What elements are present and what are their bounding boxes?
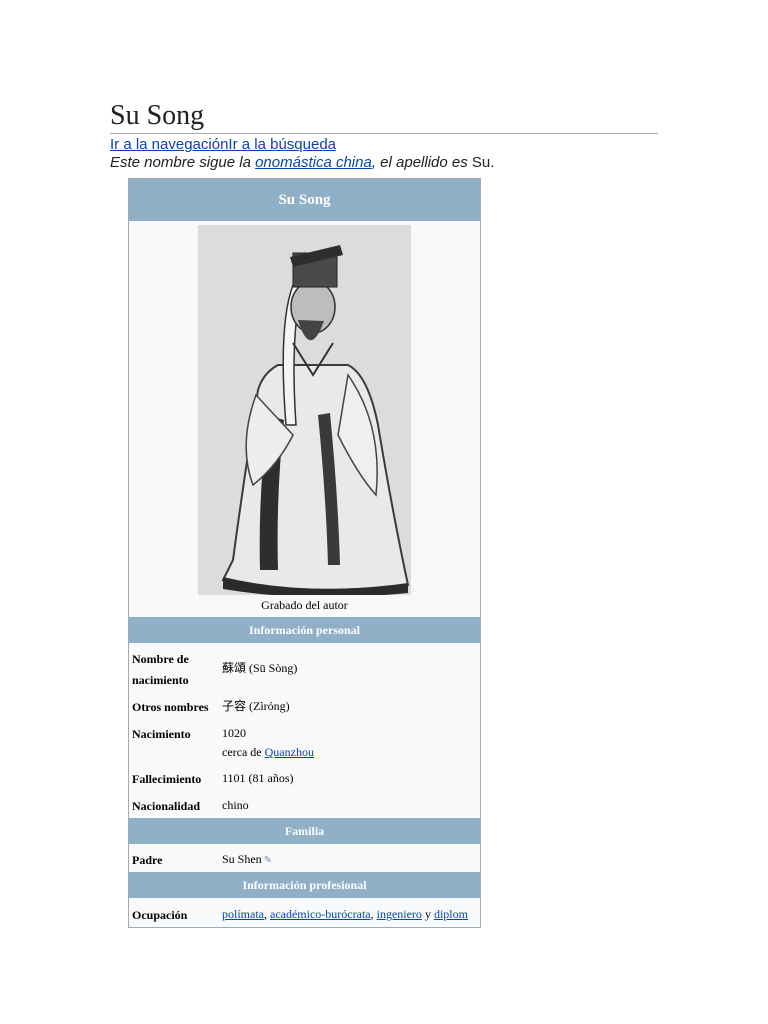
section-informacion-personal: Información personal [129, 617, 480, 643]
occupation-link-ingeniero[interactable]: ingeniero [377, 907, 422, 921]
occupation-sep: y [421, 907, 434, 921]
label-death: Fallecimiento [132, 772, 202, 786]
occupation-link-polimata[interactable]: polímata [222, 907, 264, 921]
infobox: Su Song Grabado del autor Información pe… [128, 178, 481, 928]
quanzhou-link[interactable]: Quanzhou [265, 745, 314, 759]
value-other-names: 子容 (Zìróng) [222, 699, 290, 713]
section-familia: Familia [129, 818, 480, 844]
value-father: Su Shen ✎ [222, 850, 478, 870]
occupation-link-academico-burocrata[interactable]: académico-burócrata [270, 907, 371, 921]
label-father: Padre [132, 853, 163, 867]
value-death: 1101 (81 años) [222, 771, 294, 785]
infobox-title: Su Song [129, 179, 480, 221]
label-nationality: Nacionalidad [132, 799, 201, 813]
hatnote-prefix: Este nombre sigue la [110, 154, 251, 171]
birth-year: 1020 [222, 726, 246, 740]
value-nationality: chino [222, 798, 249, 812]
jump-to-search-link[interactable]: Ir a la búsqueda [228, 136, 336, 153]
label-occupation: Ocupación [132, 908, 188, 922]
birth-place-prefix: cerca de [222, 745, 262, 759]
value-birth: 1020 cerca de Quanzhou [222, 724, 478, 762]
label-other-names: Otros nombres [132, 700, 209, 714]
hatnote-middle: , el apellido es [371, 154, 468, 171]
portrait-image[interactable] [198, 225, 411, 595]
birth-place: cerca de Quanzhou [222, 743, 478, 762]
jump-to-navigation-link[interactable]: Ir a la navegación [110, 136, 228, 153]
jump-links: Ir a la navegaciónIr a la búsqueda [110, 136, 336, 154]
label-birth-name: Nombre de nacimiento [132, 652, 189, 687]
father-name: Su Shen [222, 852, 262, 866]
hatnote-surname: Su. [471, 154, 495, 171]
label-birth: Nacimiento [132, 727, 191, 741]
image-caption: Grabado del autor [261, 598, 348, 612]
page-title: Su Song [110, 100, 658, 134]
occupation-link-diplom[interactable]: diplom [434, 907, 468, 921]
portrait-engraving [198, 225, 411, 595]
pencil-icon[interactable]: ✎ [264, 855, 272, 866]
value-occupation: polímata, académico-burócrata, ingeniero… [222, 905, 478, 924]
value-birth-name: 蘇頌 (Sū Sòng) [222, 661, 298, 675]
onomastica-china-link[interactable]: onomástica china [255, 154, 372, 171]
hatnote: Este nombre sigue la onomástica china, e… [110, 154, 494, 172]
section-informacion-profesional: Información profesional [129, 872, 480, 898]
